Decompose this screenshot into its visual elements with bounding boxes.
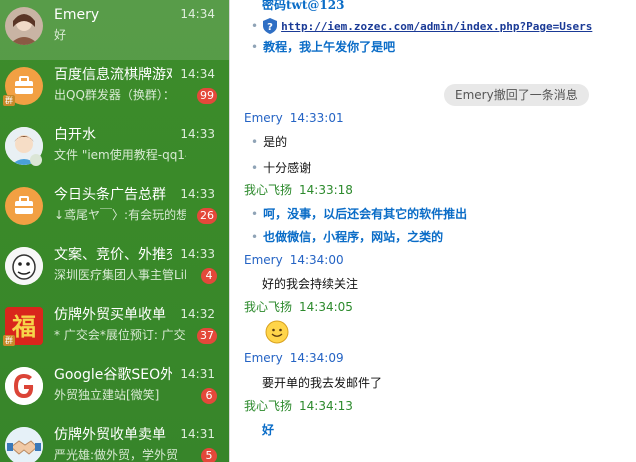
clock-status-icon	[30, 154, 42, 166]
sender-name[interactable]: 我心飞扬	[244, 399, 292, 413]
conversation-item-baidu-group[interactable]: 群 百度信息流棋牌游戏 14:34 出QQ群发器（换群）： 99	[0, 60, 229, 120]
message-header: 我心飞扬 14:33:18	[244, 182, 353, 198]
avatar	[5, 7, 43, 45]
message-time: 14:34:09	[289, 351, 344, 365]
unread-badge: 99	[197, 88, 217, 104]
message-line: • 教程，我上午发你了是吧	[251, 38, 395, 56]
message-time: 14:33:18	[299, 183, 353, 197]
message-text: 教程，我上午发你了是吧	[263, 40, 396, 54]
conversation-name: 文案、竞价、外推交	[54, 247, 172, 263]
bullet-icon: •	[251, 230, 259, 244]
conversation-item-copywriting-group[interactable]: 文案、竞价、外推交 14:33 深圳医疗集团人事主管Lil 4	[0, 240, 229, 300]
recall-notice: Emery撤回了一条消息	[444, 84, 589, 106]
bullet-icon: •	[251, 40, 259, 54]
svg-text:?: ?	[267, 22, 273, 33]
message-line-link: •? http://iem.zozec.com/admin/index.php?P…	[251, 17, 592, 39]
conversation-item-baikaishui[interactable]: 白开水 14:33 文件 "iem使用教程-qq14638	[0, 120, 229, 180]
smile-emoji-icon	[265, 320, 289, 344]
conversation-time: 14:33	[180, 187, 215, 201]
message-line: • 十分感谢	[251, 159, 311, 177]
conversation-preview: 好	[54, 28, 67, 42]
conversation-time: 14:34	[180, 7, 215, 21]
message-text: 也做微信，小程序，网站，之类的	[263, 230, 444, 244]
message-time: 14:34:00	[289, 253, 344, 267]
conversation-name: Emery	[54, 7, 100, 23]
group-avatar-briefcase-icon	[5, 187, 43, 225]
message-text: 呵，没事，以后还会有其它的软件推出	[263, 207, 468, 221]
conversation-item-toutiao-group[interactable]: 今日头条广告总群 14:33 ↓鸢尾ヤ￣〉:有会玩的想 26	[0, 180, 229, 240]
conversation-preview: 文件 "iem使用教程-qq14638	[54, 148, 186, 162]
message-line: • 呵，没事，以后还会有其它的软件推出	[251, 205, 467, 223]
sender-name[interactable]: 我心飞扬	[244, 183, 292, 197]
message-header: 我心飞扬 14:34:05	[244, 299, 353, 315]
conversation-time: 14:33	[180, 127, 215, 141]
sender-name[interactable]: Emery	[244, 351, 283, 365]
conversation-name: 白开水	[54, 127, 96, 143]
unread-badge: 6	[201, 388, 217, 404]
message-text: 十分感谢	[263, 161, 312, 175]
conversation-preview: 严光雄:做外贸，学外贸	[54, 448, 179, 462]
conversation-preview: 出QQ群发器（换群）：	[54, 88, 175, 102]
conversation-item-trade-group-2[interactable]: 仿牌外贸收单卖单 14:31 严光雄:做外贸，学外贸 5	[0, 420, 229, 462]
conversation-preview: * 广交会*展位预订: 广交	[54, 328, 186, 342]
unread-badge: 37	[197, 328, 217, 344]
message-text: 是的	[263, 135, 288, 149]
conversation-item-google-seo-group[interactable]: Google谷歌SEO外贸 14:31 外贸独立建站[微笑] 6	[0, 360, 229, 420]
bullet-icon: •	[251, 19, 259, 33]
message-time: 14:34:05	[299, 300, 353, 314]
url-link[interactable]: http://iem.zozec.com/admin/index.php?Pag…	[281, 20, 592, 33]
conversation-name: Google谷歌SEO外贸	[54, 367, 172, 383]
message-header: Emery 14:33:01	[244, 110, 344, 126]
sender-name[interactable]: 我心飞扬	[244, 300, 292, 314]
chat-history[interactable]: 密码twt@123 •? http://iem.zozec.com/admin/i…	[229, 0, 636, 462]
message-line: • 也做微信，小程序，网站，之类的	[251, 228, 443, 246]
message-text: 要开单的我去发邮件了	[262, 376, 383, 390]
conversation-name: 仿牌外贸收单卖单	[54, 427, 166, 443]
message-time: 14:33:01	[289, 111, 344, 125]
conversation-item-trade-group-1[interactable]: 福 群 仿牌外贸买单收单 14:32 * 广交会*展位预订: 广交 37	[0, 300, 229, 360]
conversation-time: 14:31	[180, 427, 215, 441]
conversation-list[interactable]: Emery 14:34 好 群 百度信息流棋牌游戏 14:34 出QQ群发器（换…	[0, 0, 229, 462]
message-time: 14:34:13	[299, 399, 353, 413]
avatar-handshake-icon	[5, 427, 43, 462]
message-line: 密码twt@123	[262, 0, 345, 12]
bullet-icon: •	[251, 135, 259, 149]
divider	[229, 0, 230, 462]
conversation-time: 14:33	[180, 247, 215, 261]
unread-badge: 5	[201, 448, 217, 462]
conversation-time: 14:34	[180, 67, 215, 81]
shield-safe-link-icon: ?	[263, 18, 278, 39]
group-tag-icon: 群	[3, 335, 15, 346]
message-header: 我心飞扬 14:34:13	[244, 398, 353, 414]
message-header: Emery 14:34:00	[244, 252, 344, 268]
message-line: • 是的	[251, 133, 287, 151]
conversation-name: 仿牌外贸买单收单	[54, 307, 166, 323]
bullet-icon: •	[251, 207, 259, 221]
google-logo-icon	[5, 367, 43, 405]
message-text: 好	[262, 423, 275, 437]
message-text: 好的我会持续关注	[262, 277, 359, 291]
bullet-icon: •	[251, 161, 259, 175]
sender-name[interactable]: Emery	[244, 253, 283, 267]
conversation-time: 14:32	[180, 307, 215, 321]
conversation-preview: ↓鸢尾ヤ￣〉:有会玩的想	[54, 208, 186, 222]
avatar-meme-face	[5, 247, 43, 285]
conversation-preview: 外贸独立建站[微笑]	[54, 388, 160, 402]
conversation-time: 14:31	[180, 367, 215, 381]
sender-name[interactable]: Emery	[244, 111, 283, 125]
conversation-preview: 深圳医疗集团人事主管Lil	[54, 268, 186, 282]
conversation-name: 今日头条广告总群	[54, 187, 166, 203]
unread-badge: 4	[201, 268, 217, 284]
message-header: Emery 14:34:09	[244, 350, 344, 366]
group-tag-icon: 群	[3, 95, 15, 106]
unread-badge: 26	[197, 208, 217, 224]
conversation-item-emery[interactable]: Emery 14:34 好	[0, 0, 229, 60]
conversation-name: 百度信息流棋牌游戏	[54, 67, 172, 83]
